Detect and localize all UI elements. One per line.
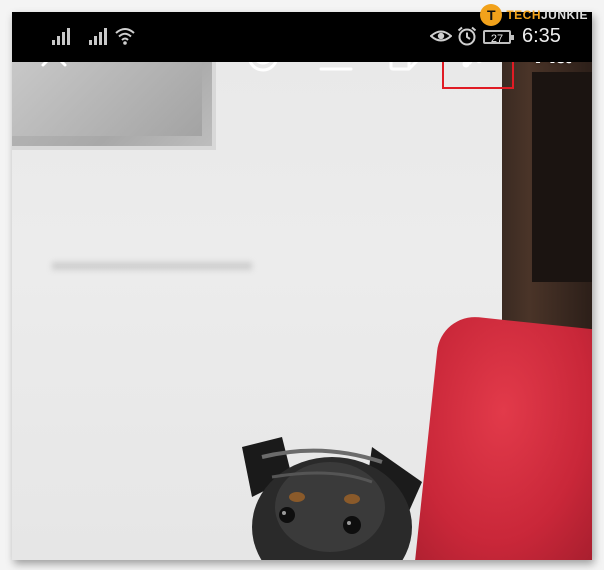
battery-icon: 27 [483, 30, 514, 45]
screenshot-page: 27 6:35 T TECHJUNKIE [0, 0, 604, 570]
wall-window [12, 62, 216, 150]
signal-icon [89, 27, 107, 45]
techjunkie-brand-text: TECHJUNKIE [506, 8, 588, 22]
phone-screen: 27 6:35 [12, 12, 592, 560]
wifi-icon [115, 28, 135, 45]
alarm-icon [457, 26, 477, 46]
door-shadow [532, 72, 592, 282]
wall-mark [52, 262, 252, 270]
dog-image [242, 437, 422, 560]
signal-icon [52, 27, 70, 45]
brand-part-junkie: JUNKIE [540, 8, 588, 22]
story-photo [12, 62, 592, 560]
brand-part-tech: TECH [506, 8, 541, 22]
status-time: 6:35 [522, 25, 561, 47]
eye-icon [430, 30, 452, 42]
techjunkie-watermark: T TECHJUNKIE [480, 4, 588, 26]
techjunkie-logo-icon: T [480, 4, 503, 26]
